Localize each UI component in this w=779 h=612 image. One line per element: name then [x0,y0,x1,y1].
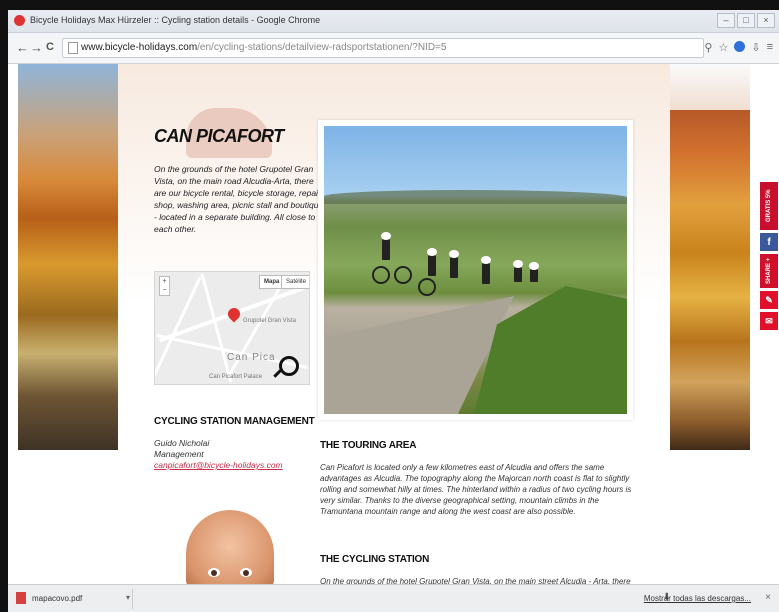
photo-cyclist [381,232,391,260]
map-tab-satellite[interactable]: Satélite [281,275,309,289]
download-icon[interactable]: ⇩ [751,41,760,54]
cycling-photo-frame [318,120,633,420]
favicon-icon [14,15,25,26]
manager-photo [186,510,274,584]
station-text: On the grounds of the hotel Grupotel Gra… [320,577,631,584]
touring-heading: THE TOURING AREA [320,440,417,451]
background-right-sky [670,64,750,110]
manager-name: Guido Nicholai [154,438,210,448]
pdf-file-icon [16,592,26,604]
photo-wheel [418,278,436,296]
reload-button[interactable]: C [46,41,54,53]
photo-cyclist [481,256,491,284]
toolbar-actions: ⚲ ☆ ⇩ ≡ [704,41,773,54]
back-button[interactable]: ← [16,40,29,55]
photo-eye [240,568,252,577]
address-bar[interactable]: www.bicycle-holidays.com/en/cycling-stat… [62,38,704,58]
photo-cyclist [513,260,523,282]
share-sidebar: GRATIS 5% f SHARE + ✎ ✉ [760,182,778,330]
cyclists-photo [324,126,627,414]
location-map[interactable]: + − Mapa Satélite Grupotel Gran Vista Ca… [154,271,310,385]
menu-icon[interactable]: ≡ [767,41,773,54]
show-all-downloads-link[interactable]: Mostrar todas las descargas... [644,594,751,603]
url-path: /en/cycling-stations/detailview-radsport… [197,42,447,53]
edit-icon[interactable]: ✎ [760,291,778,309]
page-icon [68,42,78,54]
magnifier-icon[interactable] [279,356,299,376]
background-left-landscape [18,64,118,450]
map-zoom-out-button[interactable]: − [160,286,169,295]
photo-cyclist [529,262,539,282]
map-hotel-label: Grupotel Gran Vista [243,318,296,324]
close-downloads-button[interactable]: × [765,592,771,603]
download-menu-icon[interactable]: ▾ [126,593,130,602]
download-filename: mapacovo.pdf [32,594,83,603]
title-bar: Bicycle Holidays Max Hürzeler :: Cycling… [8,10,779,33]
map-footer-label: Can Picafort Palace [209,374,263,380]
share-button[interactable]: SHARE + [760,254,778,288]
zoom-icon[interactable]: ⚲ [704,41,712,54]
browser-window: Bicycle Holidays Max Hürzeler :: Cycling… [8,10,779,612]
photo-eye [208,568,220,577]
photo-wheel [394,266,412,284]
map-zoom-control[interactable]: + − [159,276,170,296]
touring-text: Can Picafort is located only a few kilom… [320,463,632,516]
manager-email-link[interactable]: canpicafort@bicycle-holidays.com [154,460,283,470]
management-heading: CYCLING STATION MANAGEMENT [154,416,315,427]
window-controls: – □ × [717,13,775,28]
forward-button[interactable]: → [30,40,43,55]
background-right-landscape [670,110,750,450]
bookmark-star-icon[interactable]: ☆ [718,41,728,54]
photo-wheel [372,266,390,284]
url-text[interactable]: www.bicycle-holidays.com/en/cycling-stat… [81,42,446,53]
map-zoom-in-button[interactable]: + [160,277,169,286]
intro-text: On the grounds of the hotel Grupotel Gra… [154,164,324,234]
window-title: Bicycle Holidays Max Hürzeler :: Cycling… [30,15,321,25]
photo-cyclist [427,248,437,276]
close-window-button[interactable]: × [757,13,775,28]
magnifier-handle [273,369,282,378]
downloads-bar: mapacovo.pdf ▾ ⬇ Mostrar todas las desca… [8,584,779,612]
extension-icon[interactable] [734,41,746,52]
photo-cyclist [449,250,459,278]
station-heading: THE CYCLING STATION [320,554,430,565]
photo-hills [324,190,627,204]
maximize-button[interactable]: □ [737,13,755,28]
management-contact: Guido Nicholai Management [154,438,209,460]
download-item[interactable]: mapacovo.pdf ▾ [14,589,133,609]
url-domain: www.bicycle-holidays.com [81,42,198,53]
gratis-button[interactable]: GRATIS 5% [760,182,778,230]
page-viewport: CAN PICAFORT On the grounds of the hotel… [8,64,779,584]
page-title: CAN PICAFORT [154,126,284,146]
facebook-button[interactable]: f [760,233,778,251]
mail-icon[interactable]: ✉ [760,312,778,330]
map-town-label: Can Pica [227,352,276,363]
manager-role: Management [154,449,204,459]
minimize-button[interactable]: – [717,13,735,28]
browser-toolbar: ← → C www.bicycle-holidays.com/en/cyclin… [8,33,779,64]
